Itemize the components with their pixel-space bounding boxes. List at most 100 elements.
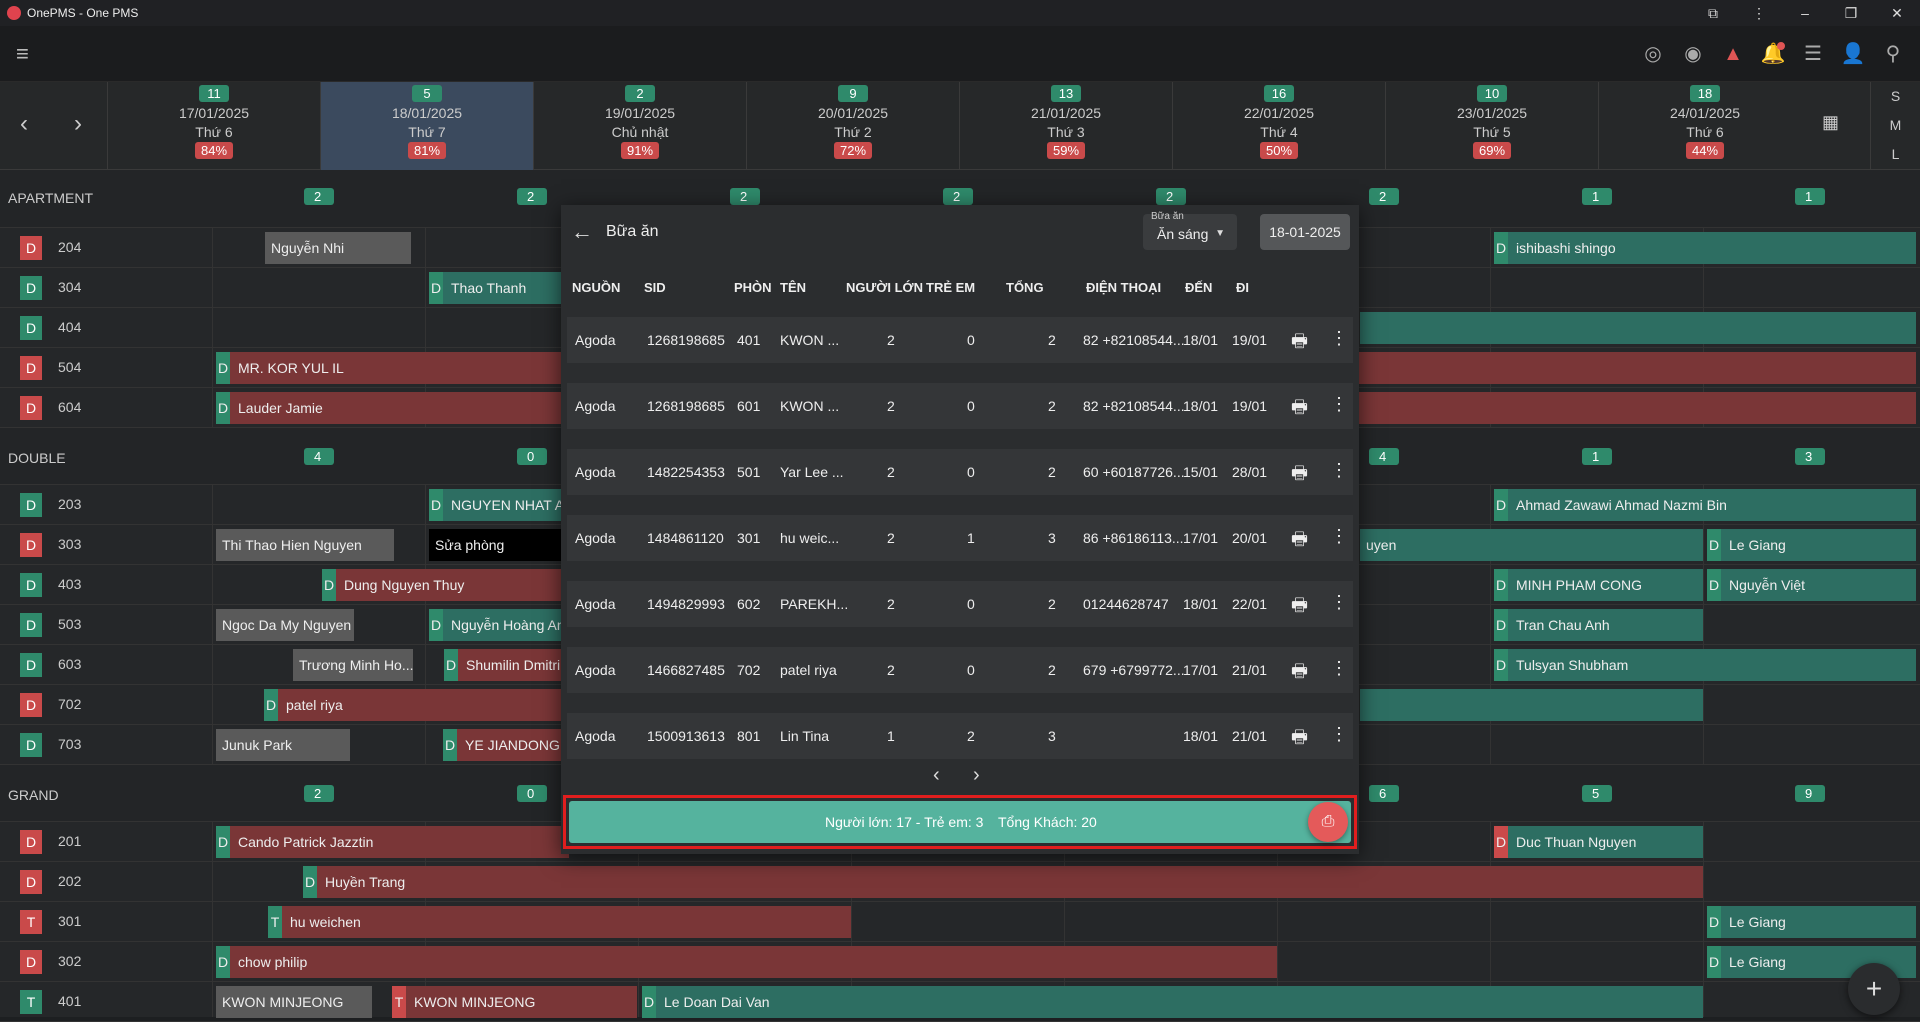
room-number: 302 bbox=[58, 953, 82, 969]
booking-bar[interactable]: Ngoc Da My Nguyen bbox=[216, 609, 354, 641]
booking-bar[interactable]: Dchow philip bbox=[216, 946, 1277, 978]
date-column[interactable]: 11 17/01/2025 Thứ 6 84% bbox=[107, 82, 320, 170]
add-fab-button[interactable]: + bbox=[1848, 963, 1900, 1015]
table-row[interactable]: Agoda 1268198685 401 KWON ... 2 0 2 82 +… bbox=[567, 317, 1353, 363]
maximize-button[interactable]: ❐ bbox=[1828, 5, 1874, 22]
booking-bar[interactable]: Dpatel riya bbox=[264, 689, 569, 721]
booking-bar[interactable]: D Ahmad Zawawi Ahmad Nazmi Bin bbox=[1494, 489, 1916, 521]
minimize-button[interactable]: – bbox=[1782, 5, 1828, 22]
booking-bar[interactable]: Dishibashi shingo bbox=[1494, 232, 1916, 264]
date-column[interactable]: 13 21/01/2025 Thứ 3 59% bbox=[959, 82, 1172, 170]
booking-bar[interactable]: D NGUYEN NHAT AN bbox=[429, 489, 569, 521]
date-column[interactable]: 18 24/01/2025 Thứ 6 44% bbox=[1598, 82, 1811, 170]
booking-bar[interactable]: Sửa phòng bbox=[429, 529, 569, 561]
booking-bar[interactable]: D Tran Chau Anh bbox=[1494, 609, 1703, 641]
meal-type-select[interactable]: Bữa ăn Ăn sáng ▼ bbox=[1143, 211, 1237, 250]
next-page-icon[interactable]: › bbox=[973, 764, 980, 787]
booking-bar[interactable]: D Le Giang bbox=[1707, 529, 1916, 561]
booking-bar[interactable]: D Nguyễn Việt bbox=[1707, 569, 1916, 601]
booking-bar[interactable] bbox=[1360, 312, 1916, 344]
booking-bar[interactable]: Junuk Park bbox=[216, 729, 350, 761]
more-vert-icon[interactable]: ⋮ bbox=[1330, 394, 1348, 415]
calendar-icon[interactable]: ▦ bbox=[1822, 112, 1839, 133]
add-user-icon[interactable]: 👤 bbox=[1840, 40, 1866, 68]
print-icon[interactable]: 🖶 bbox=[1291, 659, 1308, 689]
booking-bar[interactable]: D Tulsyan Shubham bbox=[1494, 649, 1916, 681]
more-vert-icon[interactable]: ⋮ bbox=[1330, 328, 1348, 349]
list-icon[interactable]: ☰ bbox=[1800, 40, 1826, 68]
room-type-badge: D bbox=[20, 653, 42, 677]
print-icon[interactable]: 🖶 bbox=[1291, 725, 1308, 755]
column-header: NGUỒN bbox=[572, 280, 621, 295]
more-vert-icon[interactable]: ⋮ bbox=[1330, 460, 1348, 481]
booking-bar[interactable]: D Le Doan Dai Van bbox=[642, 986, 1703, 1018]
column-header: TỔNG bbox=[1006, 280, 1044, 295]
booking-bar[interactable]: D Le Giang bbox=[1707, 906, 1916, 938]
menu-icon[interactable]: ≡ bbox=[16, 42, 38, 66]
table-row[interactable]: Agoda 1466827485 702 patel riya 2 0 2 67… bbox=[567, 647, 1353, 693]
arrival-cell: 18/01 bbox=[1183, 596, 1219, 612]
arrival-count: 11 bbox=[199, 85, 229, 102]
table-row[interactable]: Agoda 1268198685 601 KWON ... 2 0 2 82 +… bbox=[567, 383, 1353, 429]
adults-cell: 2 bbox=[887, 332, 895, 348]
print-icon[interactable]: 🖶 bbox=[1291, 461, 1308, 491]
date-column-selected[interactable]: 5 18/01/2025 Thứ 7 81% bbox=[320, 82, 533, 170]
print-icon[interactable]: 🖶 bbox=[1291, 395, 1308, 425]
date-column[interactable]: 10 23/01/2025 Thứ 5 69% bbox=[1385, 82, 1598, 170]
date-column[interactable]: 2 19/01/2025 Chủ nhật 91% bbox=[533, 82, 746, 170]
booking-bar[interactable]: D Huyền Trang bbox=[303, 866, 1703, 898]
warning-icon[interactable]: ▲ bbox=[1720, 40, 1746, 68]
table-row[interactable]: Agoda 1494829993 602 PAREKH... 2 0 2 012… bbox=[567, 581, 1353, 627]
table-row[interactable]: Agoda 1484861120 301 hu weic... 2 1 3 86… bbox=[567, 515, 1353, 561]
booking-bar[interactable]: KWON MINJEONG bbox=[216, 986, 372, 1018]
view-mode-s[interactable]: S bbox=[1871, 82, 1920, 111]
booking-bar[interactable]: uyen bbox=[1360, 529, 1703, 561]
radar-icon[interactable]: ◎ bbox=[1640, 40, 1666, 68]
next-arrow-icon[interactable]: › bbox=[74, 110, 82, 138]
view-mode-m[interactable]: M bbox=[1871, 111, 1920, 140]
bell-icon[interactable]: 🔔 bbox=[1760, 40, 1786, 68]
table-row[interactable]: Agoda 1482254353 501 Yar Lee ... 2 0 2 6… bbox=[567, 449, 1353, 495]
booking-bar[interactable]: T KWON MINJEONG bbox=[392, 986, 637, 1018]
booking-bar[interactable]: Thi Thao Hien Nguyen bbox=[216, 529, 394, 561]
table-row[interactable]: Agoda 1500913613 801 Lin Tina 1 2 3 18/0… bbox=[567, 713, 1353, 759]
print-icon[interactable]: 🖶 bbox=[1291, 329, 1308, 359]
more-vert-icon[interactable]: ⋮ bbox=[1330, 658, 1348, 679]
booking-bar[interactable]: Nguyễn Nhi bbox=[265, 232, 411, 264]
booking-bar[interactable]: D Duc Thuan Nguyen bbox=[1494, 826, 1703, 858]
arrival-cell: 18/01 bbox=[1183, 728, 1219, 744]
weekday-label: Thứ 5 bbox=[1473, 124, 1511, 140]
booking-bar[interactable]: D Cando Patrick Jazztin bbox=[216, 826, 569, 858]
more-vert-icon[interactable]: ⋮ bbox=[1330, 526, 1348, 547]
booking-bar[interactable]: D Nguyễn Hoàng An bbox=[429, 609, 569, 641]
view-mode-l[interactable]: L bbox=[1871, 140, 1920, 169]
prev-page-icon[interactable]: ‹ bbox=[933, 764, 940, 787]
prev-arrow-icon[interactable]: ‹ bbox=[20, 110, 28, 138]
eye-icon[interactable]: ◉ bbox=[1680, 40, 1706, 68]
back-arrow-icon[interactable]: ← bbox=[571, 219, 593, 245]
category-count: 2 bbox=[517, 188, 547, 205]
phone-cell: 01244628747 bbox=[1083, 596, 1169, 612]
booking-bar[interactable]: Thu weichen bbox=[268, 906, 851, 938]
date-picker[interactable]: 18-01-2025 bbox=[1260, 214, 1350, 250]
more-vert-icon[interactable]: ⋮ bbox=[1330, 592, 1348, 613]
date-column[interactable]: 9 20/01/2025 Thứ 2 72% bbox=[746, 82, 959, 170]
more-vert-icon[interactable]: ⋮ bbox=[1736, 5, 1782, 22]
pdf-export-icon[interactable]: ⎙ bbox=[1308, 802, 1348, 842]
booking-bar[interactable]: Trương Minh Ho... bbox=[293, 649, 413, 681]
booking-bar[interactable]: D MINH PHAM CONG bbox=[1494, 569, 1703, 601]
booking-bar[interactable]: D Thao Thanh bbox=[429, 272, 569, 304]
print-icon[interactable]: 🖶 bbox=[1291, 593, 1308, 623]
close-button[interactable]: ✕ bbox=[1874, 5, 1920, 22]
extension-icon[interactable]: ⧉ bbox=[1690, 5, 1736, 22]
category-count: 3 bbox=[1795, 448, 1825, 465]
search-icon[interactable]: ⚲ bbox=[1880, 40, 1906, 68]
booking-bar[interactable] bbox=[1360, 689, 1703, 721]
total-cell: 2 bbox=[1048, 662, 1056, 678]
booking-bar[interactable]: D YE JIANDONG bbox=[443, 729, 569, 761]
print-icon[interactable]: 🖶 bbox=[1291, 527, 1308, 557]
booking-bar[interactable]: D Shumilin Dmitri bbox=[444, 649, 569, 681]
more-vert-icon[interactable]: ⋮ bbox=[1330, 724, 1348, 745]
date-column[interactable]: 16 22/01/2025 Thứ 4 50% bbox=[1172, 82, 1385, 170]
booking-bar[interactable]: D Dung Nguyen Thuy bbox=[322, 569, 569, 601]
